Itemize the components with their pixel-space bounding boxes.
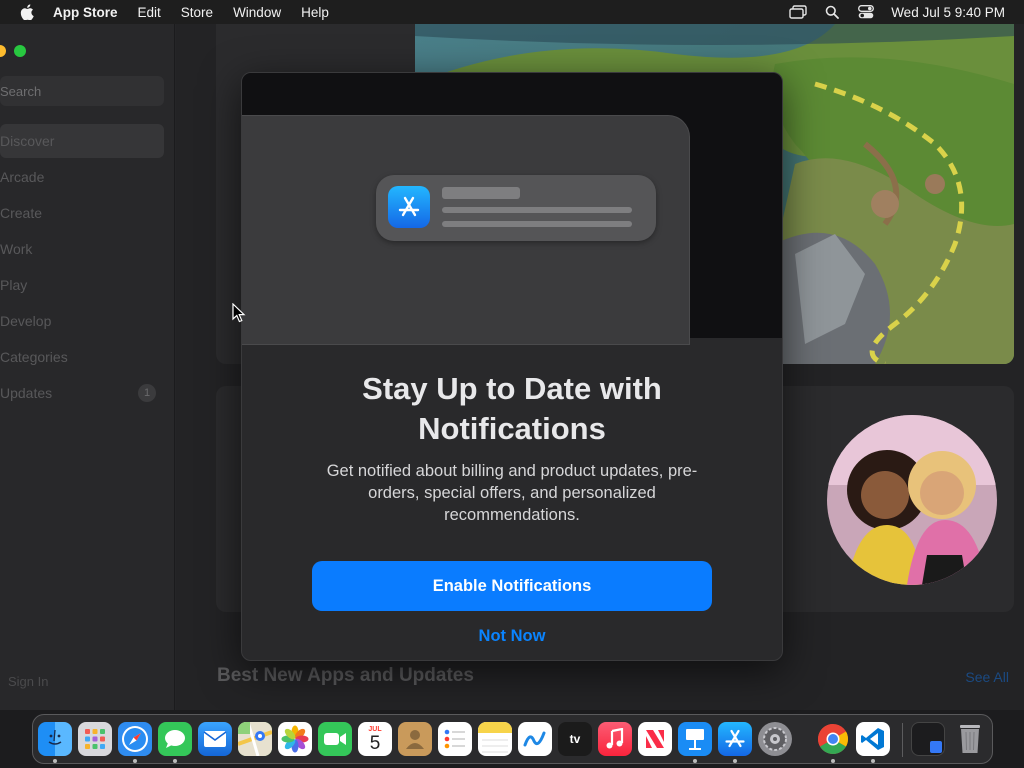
launchpad-icon[interactable] <box>78 722 112 756</box>
menu-store[interactable]: Store <box>181 5 213 20</box>
screen-mirroring-icon[interactable] <box>787 0 809 24</box>
running-indicator <box>693 759 697 763</box>
notification-text-placeholder <box>442 221 632 227</box>
apple-tv-icon[interactable]: tv <box>558 722 592 756</box>
not-now-button[interactable]: Not Now <box>442 627 582 649</box>
see-all-link[interactable]: See All <box>965 669 1009 685</box>
mouse-pointer-icon <box>232 302 246 328</box>
trash-icon[interactable] <box>953 722 987 756</box>
sidebar-item-create[interactable]: Create <box>0 196 164 230</box>
featured-app-artwork <box>827 415 997 585</box>
spotlight-search-icon[interactable] <box>821 0 843 24</box>
notification-text-placeholder <box>442 207 632 213</box>
vscode-icon[interactable] <box>856 722 890 756</box>
dock-separator <box>902 723 903 757</box>
news-icon[interactable] <box>638 722 672 756</box>
finder-icon[interactable] <box>38 722 72 756</box>
app-store-dock-icon[interactable] <box>718 722 752 756</box>
sidebar-item-discover[interactable]: Discover <box>0 124 164 158</box>
dock: JUL 5 tv <box>32 714 993 764</box>
control-center-icon[interactable] <box>855 0 877 24</box>
calendar-icon[interactable]: JUL 5 <box>358 722 392 756</box>
search-placeholder: Search <box>0 84 42 99</box>
zoom-button[interactable] <box>14 45 26 57</box>
section-title: Best New Apps and Updates <box>217 665 474 686</box>
app-store-icon <box>388 186 430 228</box>
menu-bar: App Store Edit Store Window Help Wed Jul… <box>0 0 1024 24</box>
notifications-dialog: Stay Up to Date with Notifications Get n… <box>241 72 783 661</box>
photos-icon[interactable] <box>278 722 312 756</box>
sample-notification <box>376 175 656 241</box>
music-icon[interactable] <box>598 722 632 756</box>
updates-count-badge: 1 <box>138 384 156 402</box>
dialog-message: Get notified about billing and product u… <box>326 462 698 524</box>
menu-app-store[interactable]: App Store <box>53 5 118 20</box>
maps-icon[interactable] <box>238 722 272 756</box>
facetime-icon[interactable] <box>318 722 352 756</box>
sidebar-item-work[interactable]: Work <box>0 232 164 266</box>
system-settings-icon[interactable] <box>758 722 792 756</box>
sidebar-item-arcade[interactable]: Arcade <box>0 160 164 194</box>
safari-icon[interactable] <box>118 722 152 756</box>
notes-icon[interactable] <box>478 722 512 756</box>
notification-title-placeholder <box>442 187 520 199</box>
running-indicator <box>173 759 177 763</box>
sign-in-button[interactable]: Sign In <box>8 674 48 689</box>
running-indicator <box>133 759 137 763</box>
sidebar-item-categories[interactable]: Categories <box>0 340 164 374</box>
mail-icon[interactable] <box>198 722 232 756</box>
chrome-icon[interactable] <box>816 722 850 756</box>
apple-menu-icon[interactable] <box>17 0 37 24</box>
sidebar: Search Discover Arcade Create Work Play … <box>0 24 175 710</box>
messages-icon[interactable] <box>158 722 192 756</box>
menu-window[interactable]: Window <box>233 5 281 20</box>
keynote-icon[interactable] <box>678 722 712 756</box>
minimized-window-icon[interactable] <box>911 722 945 756</box>
reminders-icon[interactable] <box>438 722 472 756</box>
running-indicator <box>871 759 875 763</box>
sidebar-item-develop[interactable]: Develop <box>0 304 164 338</box>
dialog-title: Stay Up to Date with Notifications <box>362 371 662 446</box>
contacts-icon[interactable] <box>398 722 432 756</box>
running-indicator <box>733 759 737 763</box>
menu-bar-clock[interactable]: Wed Jul 5 9:40 PM <box>891 5 1005 20</box>
menu-help[interactable]: Help <box>301 5 329 20</box>
sidebar-item-updates[interactable]: Updates 1 <box>0 376 164 410</box>
notification-illustration <box>242 73 782 345</box>
minimize-button[interactable] <box>0 45 6 57</box>
freeform-icon[interactable] <box>518 722 552 756</box>
running-indicator <box>831 759 835 763</box>
running-indicator <box>53 759 57 763</box>
enable-notifications-button[interactable]: Enable Notifications <box>312 561 712 611</box>
sidebar-search-field[interactable]: Search <box>0 76 164 106</box>
sidebar-item-play[interactable]: Play <box>0 268 164 302</box>
menu-edit[interactable]: Edit <box>138 5 161 20</box>
